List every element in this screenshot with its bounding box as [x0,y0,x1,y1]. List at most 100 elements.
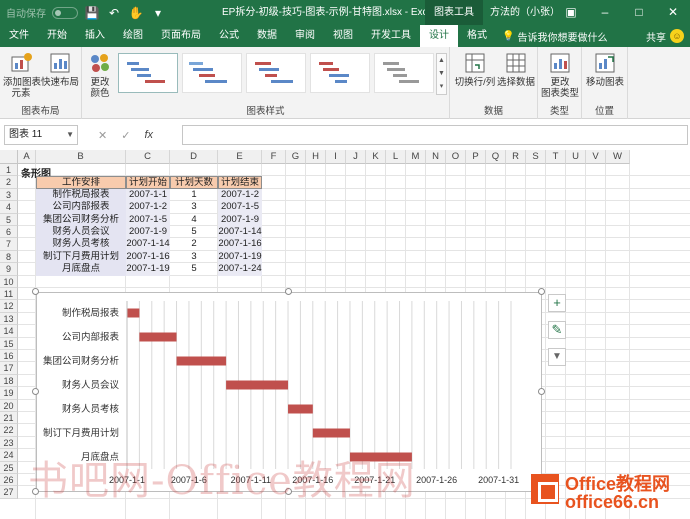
row-header-17[interactable]: 17 [0,362,18,375]
table-cell[interactable]: 2007-1-5 [218,201,262,214]
insert-function-icon[interactable]: fx [144,129,153,141]
row-header-13[interactable]: 13 [0,312,18,326]
table-cell[interactable]: 财务人员会议 [36,226,126,239]
table-cell[interactable]: 2007-1-1 [126,188,170,202]
gantt-bar[interactable] [139,332,177,342]
column-header-J[interactable]: J [346,150,366,164]
undo-icon[interactable]: ↶ [106,6,122,20]
tell-me-search[interactable]: 💡 告诉我你想要做什么 [502,29,607,44]
resize-handle[interactable] [538,388,545,395]
column-header-L[interactable]: L [386,150,406,164]
column-header-U[interactable]: U [566,150,586,164]
minimize-button[interactable]: – [588,0,622,25]
table-cell[interactable]: 公司内部报表 [36,201,126,214]
table-cell[interactable]: 4 [170,214,218,226]
table-cell[interactable]: 2007-1-5 [126,213,170,226]
table-cell[interactable]: 集团公司财务分析 [36,213,126,226]
row-header-8[interactable]: 8 [0,250,18,264]
row-header-22[interactable]: 22 [0,424,18,437]
tab-1[interactable]: 开始 [38,25,76,47]
autosave-toggle[interactable] [52,6,78,19]
chart-style-4[interactable] [310,53,370,93]
enter-icon[interactable]: ✓ [121,129,130,142]
table-cell[interactable]: 2007-1-19 [126,263,170,276]
row-header-10[interactable]: 10 [0,275,18,288]
row-header-25[interactable]: 25 [0,461,18,474]
tab-9[interactable]: 开发工具 [362,25,420,47]
table-cell[interactable]: 制作税局报表 [36,188,126,202]
customize-toolbar-icon[interactable]: ▾ [150,6,166,20]
table-header-cell[interactable]: 计划开始 [126,176,170,189]
feedback-smiley-icon[interactable]: ☺ [670,29,684,43]
tab-11[interactable]: 格式 [458,25,496,47]
touch-mode-icon[interactable]: ✋ [128,6,144,20]
table-cell[interactable]: 3 [170,201,218,213]
column-header-W[interactable]: W [606,150,630,164]
row-header-11[interactable]: 11 [0,288,18,301]
name-box[interactable]: 图表 11 ▼ [4,125,78,145]
column-header-O[interactable]: O [446,150,466,164]
row-header-27[interactable]: 27 [0,486,18,499]
select-all-corner[interactable] [0,150,18,164]
tab-10[interactable]: 设计 [420,25,458,47]
table-cell[interactable]: 5 [170,226,218,238]
table-header-cell[interactable]: 工作安排 [36,176,126,189]
switch-row-column-button[interactable]: 切换行/列 [454,51,496,88]
table-cell[interactable]: 2007-1-2 [126,201,170,214]
table-cell[interactable]: 2007-1-9 [218,213,262,226]
row-header-23[interactable]: 23 [0,436,18,450]
column-header-F[interactable]: F [262,150,286,164]
row-header-15[interactable]: 15 [0,337,18,350]
row-header-6[interactable]: 6 [0,226,18,239]
change-chart-type-button[interactable]: 更改 图表类型 [540,51,580,99]
user-name[interactable]: 方法的（小张） [490,0,560,25]
row-header-2[interactable]: 2 [0,176,18,189]
row-header-1[interactable]: 1 [0,164,18,177]
chart-style-1[interactable] [118,53,178,93]
table-cell[interactable]: 2007-1-14 [218,226,262,239]
row-header-21[interactable]: 21 [0,412,18,425]
column-header-T[interactable]: T [546,150,566,164]
tab-0[interactable]: 文件 [0,25,38,47]
column-header-Q[interactable]: Q [486,150,506,164]
column-header-N[interactable]: N [426,150,446,164]
column-header-I[interactable]: I [326,150,346,164]
tab-2[interactable]: 插入 [76,25,114,47]
chart-elements-icon[interactable]: + [548,294,566,312]
row-header-26[interactable]: 26 [0,474,18,487]
table-cell[interactable]: 2007-1-2 [218,188,262,202]
resize-handle[interactable] [32,388,39,395]
table-header-cell[interactable]: 计划结束 [218,176,262,189]
chart-styles-icon[interactable]: ✎ [548,321,566,339]
column-header-R[interactable]: R [506,150,526,164]
save-icon[interactable]: 💾 [84,6,100,20]
share-button[interactable]: 共享 [646,29,666,44]
row-header-3[interactable]: 3 [0,188,18,202]
table-cell[interactable]: 3 [170,251,218,263]
tab-5[interactable]: 公式 [210,25,248,47]
chart-style-3[interactable] [246,53,306,93]
column-header-P[interactable]: P [466,150,486,164]
table-header-cell[interactable]: 计划天数 [170,176,218,189]
column-header-M[interactable]: M [406,150,426,164]
column-header-K[interactable]: K [366,150,386,164]
chart-style-2[interactable] [182,53,242,93]
row-header-24[interactable]: 24 [0,449,18,462]
table-cell[interactable]: 2007-1-14 [126,238,170,251]
quick-layout-button[interactable]: 快速布局 [41,51,79,88]
table-cell[interactable]: 5 [170,263,218,275]
column-header-V[interactable]: V [586,150,606,164]
row-header-14[interactable]: 14 [0,325,18,338]
table-cell[interactable]: 月底盘点 [36,263,126,276]
cancel-icon[interactable]: ✕ [98,129,107,142]
table-cell[interactable]: 2007-1-24 [218,263,262,276]
chart-style-5[interactable] [374,53,434,93]
gantt-bar[interactable] [288,404,313,414]
row-header-7[interactable]: 7 [0,238,18,251]
move-chart-button[interactable]: 移动图表 [584,51,626,88]
resize-handle[interactable] [538,288,545,295]
column-header-B[interactable]: B [36,150,126,164]
column-header-D[interactable]: D [170,150,218,164]
gallery-scroll[interactable]: ▲ ▼ ▾ [436,53,447,95]
row-header-5[interactable]: 5 [0,213,18,226]
